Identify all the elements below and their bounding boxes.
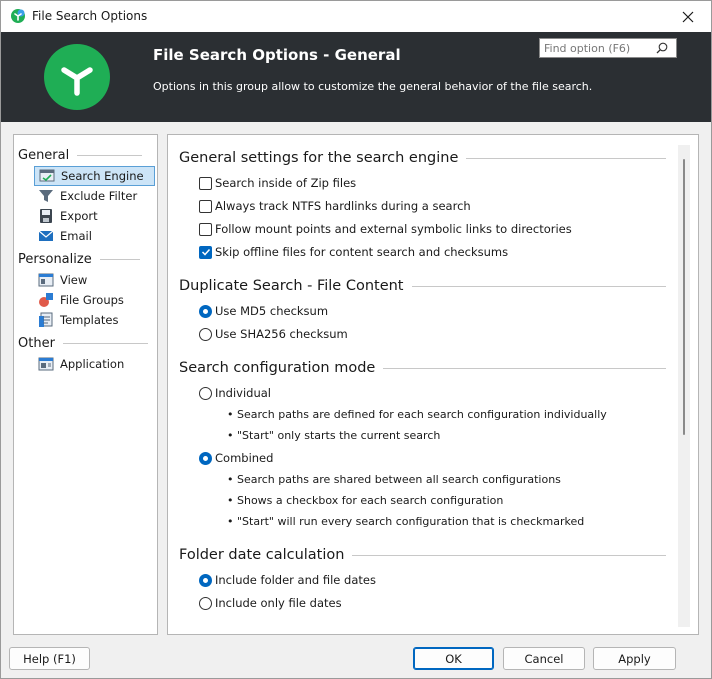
window-title: File Search Options xyxy=(32,9,148,23)
checkmark-icon xyxy=(201,248,210,256)
nav-item-label: Search Engine xyxy=(61,169,144,183)
nav-item-templates[interactable]: Templates xyxy=(34,310,155,330)
section-folder-date: Folder date calculation xyxy=(179,547,666,563)
checkbox-box[interactable] xyxy=(199,245,212,259)
radio-md5[interactable]: Use MD5 checksum xyxy=(199,304,328,318)
radio-label: Individual xyxy=(215,386,272,400)
options-window: File Search Options File Search Options … xyxy=(0,0,712,679)
checkbox-label: Always track NTFS hardlinks during a sea… xyxy=(215,199,471,213)
apply-button[interactable]: Apply xyxy=(593,647,676,670)
checkbox-box[interactable] xyxy=(199,176,212,190)
nav-item-label: Export xyxy=(60,209,98,223)
radio-combined[interactable]: Combined xyxy=(199,451,273,465)
checkbox-box[interactable] xyxy=(199,222,212,236)
scrollbar-thumb[interactable] xyxy=(683,159,685,435)
title-bar: File Search Options xyxy=(1,1,711,32)
bullet-text: • "Start" only starts the current search xyxy=(227,429,441,442)
section-duplicate-search: Duplicate Search - File Content xyxy=(179,278,666,294)
exclude-filter-icon xyxy=(39,190,53,202)
search-engine-icon xyxy=(39,169,55,182)
nav-group-general: General xyxy=(18,148,143,163)
section-title: General settings for the search engine xyxy=(179,150,459,166)
file-groups-icon xyxy=(39,293,53,307)
radio-individual[interactable]: Individual xyxy=(199,386,271,400)
nav-item-search-engine[interactable]: Search Engine xyxy=(34,166,155,186)
nav-item-label: View xyxy=(60,273,88,287)
radio-sha256[interactable]: Use SHA256 checksum xyxy=(199,327,348,341)
bullet-text: • Search paths are shared between all se… xyxy=(227,473,561,486)
content-scrollbar[interactable] xyxy=(678,145,690,627)
checkbox-skip-offline[interactable]: Skip offline files for content search an… xyxy=(199,245,508,259)
options-navigation: General Search Engine Exclude Filter Exp xyxy=(13,134,158,635)
nav-item-application[interactable]: Application xyxy=(34,354,155,374)
nav-item-export[interactable]: Export xyxy=(34,206,155,226)
checkbox-label: Skip offline files for content search an… xyxy=(215,245,509,259)
radio-button[interactable] xyxy=(199,304,212,318)
nav-item-file-groups[interactable]: File Groups xyxy=(34,290,155,310)
radio-button[interactable] xyxy=(199,573,212,587)
radio-button[interactable] xyxy=(199,451,212,465)
nav-item-label: File Groups xyxy=(60,293,124,307)
checkbox-search-zip[interactable]: Search inside of Zip files xyxy=(199,176,356,190)
radio-button[interactable] xyxy=(199,596,212,610)
radio-label: Include folder and file dates xyxy=(215,573,376,587)
application-icon xyxy=(38,357,54,371)
bullet-text: • "Start" will run every search configur… xyxy=(227,515,585,528)
section-title: Duplicate Search - File Content xyxy=(179,278,404,294)
radio-label: Include only file dates xyxy=(215,596,342,610)
find-option-input[interactable] xyxy=(540,39,652,57)
nav-item-label: Application xyxy=(60,357,125,371)
view-icon xyxy=(38,273,54,287)
radio-button[interactable] xyxy=(199,386,212,400)
checkbox-box[interactable] xyxy=(199,199,212,213)
nav-group-label: Personalize xyxy=(18,252,92,267)
bullet-text: • Search paths are defined for each sear… xyxy=(227,408,607,421)
section-title: Folder date calculation xyxy=(179,547,345,563)
options-content: General settings for the search engine S… xyxy=(167,134,699,635)
nav-group-personalize: Personalize xyxy=(18,252,140,267)
nav-item-exclude-filter[interactable]: Exclude Filter xyxy=(34,186,155,206)
ok-button[interactable]: OK xyxy=(413,647,494,670)
find-option-box xyxy=(539,38,677,58)
header-banner: File Search Options - General Options in… xyxy=(1,32,711,122)
radio-label: Use SHA256 checksum xyxy=(215,327,348,341)
page-title: File Search Options - General xyxy=(153,46,401,64)
checkbox-label: Follow mount points and external symboli… xyxy=(215,222,572,236)
app-icon xyxy=(11,9,25,23)
nav-group-other: Other xyxy=(18,336,148,351)
nav-group-label: Other xyxy=(18,336,55,351)
section-title: Search configuration mode xyxy=(179,360,376,376)
checkbox-follow-mount-points[interactable]: Follow mount points and external symboli… xyxy=(199,222,572,236)
checkbox-label: Search inside of Zip files xyxy=(215,176,357,190)
radio-label: Combined xyxy=(215,451,274,465)
close-icon xyxy=(682,11,694,22)
radio-label: Use MD5 checksum xyxy=(215,304,329,318)
nav-item-label: Email xyxy=(60,229,92,243)
radio-button[interactable] xyxy=(199,327,212,341)
nav-item-view[interactable]: View xyxy=(34,270,155,290)
email-icon xyxy=(38,230,54,241)
bullet-text: • Shows a checkbox for each search confi… xyxy=(227,494,504,507)
nav-item-label: Templates xyxy=(60,313,119,327)
templates-icon xyxy=(39,312,53,327)
section-config-mode: Search configuration mode xyxy=(179,360,666,376)
treesize-logo-icon xyxy=(44,44,110,110)
help-button[interactable]: Help (F1) xyxy=(9,647,90,670)
export-icon xyxy=(40,209,52,223)
search-icon[interactable] xyxy=(652,39,672,57)
radio-folder-and-file-dates[interactable]: Include folder and file dates xyxy=(199,573,376,587)
page-description: Options in this group allow to customize… xyxy=(153,80,593,93)
close-button[interactable] xyxy=(665,1,711,32)
cancel-button[interactable]: Cancel xyxy=(503,647,585,670)
nav-item-email[interactable]: Email xyxy=(34,226,155,246)
nav-item-label: Exclude Filter xyxy=(60,189,138,203)
nav-group-label: General xyxy=(18,148,70,163)
checkbox-ntfs-hardlinks[interactable]: Always track NTFS hardlinks during a sea… xyxy=(199,199,471,213)
radio-only-file-dates[interactable]: Include only file dates xyxy=(199,596,342,610)
section-general-settings: General settings for the search engine xyxy=(179,150,666,166)
